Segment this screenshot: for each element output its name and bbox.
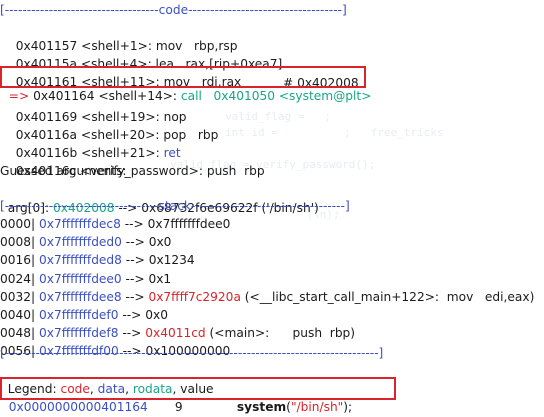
stack-offset: 0000| (0, 217, 36, 231)
stack-value: 0x4011cd (145, 326, 206, 341)
stack-arrow: --> (118, 326, 146, 341)
code-line: 0x40116b <shell+21>: ret (8, 125, 181, 160)
code-line: 0x40116a <shell+20>: pop rbp (8, 107, 219, 142)
stack-address: 0x7fffffffdee8 (35, 289, 122, 304)
stack-arrow: --> (121, 235, 149, 250)
stack-value: 0x0 (148, 235, 172, 250)
stack-arrow: --> (120, 217, 148, 231)
stack-arrow: --> (118, 308, 146, 322)
stack-row: 0016| 0x7fffffffded8 --> 0x1234 (0, 251, 195, 270)
stack-address: 0x7fffffffdef0 (35, 308, 119, 322)
code-instruction: push rbp (202, 164, 265, 178)
current-instruction-line: => 0x401164 <shell+14>: call 0x401050 <s… (1, 68, 372, 103)
source-string-literal: "/bin/sh" (290, 400, 344, 414)
background-ghost-text: valid_flag = ; (225, 110, 331, 123)
stack-row: 0024| 0x7fffffffdee0 --> 0x1 (0, 270, 171, 289)
background-ghost-text: int id = ; free_tricks (225, 126, 444, 139)
stack-offset: 0032| (0, 289, 36, 304)
stack-value: 0x7fffffffdee0 (147, 217, 231, 231)
guessed-arguments-title: Guessed arguments: (0, 164, 127, 178)
code-line: 0x401169 <shell+19>: nop (8, 89, 187, 124)
stack-offset: 0024| (0, 271, 36, 286)
stack-address: 0x7fffffffdee0 (35, 271, 122, 286)
stack-arrow: --> (121, 253, 149, 268)
source-address: 0x0000000000401164 (8, 400, 148, 414)
stack-row: 0048| 0x7fffffffdef8 --> 0x4011cd (<main… (0, 324, 355, 343)
stack-row: 0032| 0x7fffffffdee8 --> 0x7ffff7c2920a … (0, 288, 534, 307)
source-line-number: 9 (147, 400, 183, 414)
code-line: 0x40116c <verify_password>: push rbp (8, 143, 265, 178)
code-line: 0x40115a <shell+4>: lea rax,[rip+0xea7] … (8, 36, 359, 90)
source-function: system (236, 400, 287, 414)
call-instruction: call 0x401050 <system@plt> (177, 89, 372, 103)
stack-annotation: (<main>: push rbp) (205, 326, 356, 341)
stack-address: 0x7fffffffdef8 (35, 326, 119, 341)
stack-value: 0x7ffff7c2920a (148, 289, 241, 304)
stack-address: 0x7fffffffded8 (35, 253, 122, 268)
stack-address: 0x7fffffffdec8 (35, 217, 121, 231)
stack-arrow: --> (121, 271, 149, 286)
stack-value: 0x1 (148, 271, 172, 286)
stack-section-header: [-----------------------------------stac… (0, 199, 350, 213)
stack-value: 0x0 (145, 308, 168, 322)
stack-address: 0x7fffffffded0 (35, 235, 122, 250)
stack-offset: 0016| (0, 253, 36, 268)
stack-value: 0x1234 (148, 253, 195, 268)
stack-row: 0008| 0x7fffffffded0 --> 0x0 (0, 233, 171, 252)
stack-offset: 0040| (0, 308, 36, 322)
stack-row: 0000| 0x7fffffffdec8 --> 0x7fffffffdee0 (0, 215, 230, 234)
stack-row: 0040| 0x7fffffffdef0 --> 0x0 (0, 306, 168, 325)
code-line: 0x401157 <shell+1>: mov rbp,rsp (8, 18, 238, 53)
stack-annotation: (<__libc_start_call_main+122>: mov edi,e… (240, 289, 535, 304)
stack-offset: 0048| (0, 326, 36, 341)
source-line: 0x0000000000401164 9 system("/bin/sh"); (1, 379, 352, 414)
stack-offset: 0008| (0, 235, 36, 250)
stack-arrow: --> (121, 289, 149, 304)
source-close-paren: ); (343, 400, 353, 414)
